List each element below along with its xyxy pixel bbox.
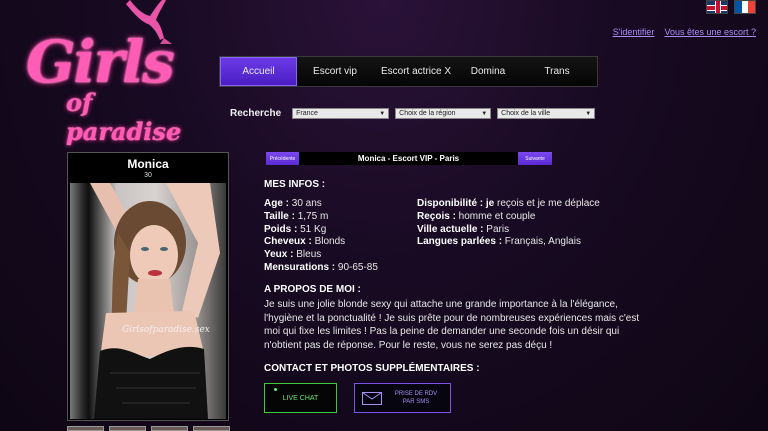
- profile-photo-figure: [90, 183, 220, 419]
- profile-title: Monica - Escort VIP - Paris: [357, 154, 460, 163]
- profile-photo[interactable]: Girlsofparadise.sex: [70, 183, 226, 419]
- live-chat-button[interactable]: LIVE CHAT: [264, 383, 337, 413]
- nav-item-accueil[interactable]: Accueil: [220, 57, 297, 86]
- thumbnail[interactable]: [67, 426, 104, 431]
- nav-item-escort-actrice-x[interactable]: Escort actrice X: [373, 57, 459, 86]
- chevron-down-icon: ▼: [481, 110, 488, 117]
- infos-title: MES INFOS :: [264, 179, 326, 190]
- thumbnail[interactable]: [193, 426, 230, 431]
- info-cheveux: Cheveux : Blonds: [264, 236, 346, 248]
- login-link[interactable]: S'identifier: [613, 27, 655, 37]
- info-taille: Taille : 1,75 m: [264, 210, 329, 222]
- site-logo[interactable]: Girls of paradise: [22, 0, 202, 146]
- country-select[interactable]: France ▼: [292, 108, 390, 119]
- contact-title: CONTACT ET PHOTOS SUPPLÉMENTAIRES :: [264, 363, 480, 374]
- thumbnail[interactable]: [151, 426, 188, 431]
- profile-card: Monica 30 Girlsofparadise.sex: [67, 152, 229, 421]
- about-text: Je suis une jolie blonde sexy qui attach…: [264, 299, 640, 352]
- nav-item-escort-vip[interactable]: Escort vip: [297, 57, 373, 86]
- country-select-value: France: [296, 110, 318, 117]
- previous-button[interactable]: Précédente: [266, 152, 299, 165]
- photo-watermark: Girlsofparadise.sex: [122, 325, 210, 335]
- infos-left: Age : 30 ans Taille : 1,75 m Poids : 51 …: [264, 198, 378, 275]
- info-langues: Langues parlées : Français, Anglais: [417, 236, 581, 248]
- sms-appointment-label: PRISE DE RDV PAR SMS: [394, 391, 438, 405]
- thumbnail[interactable]: [109, 426, 146, 431]
- envelope-icon: [362, 391, 382, 405]
- brand-tagline: of paradise: [66, 88, 182, 146]
- nav-item-trans[interactable]: Trans: [517, 57, 597, 86]
- sms-appointment-button[interactable]: PRISE DE RDV PAR SMS: [354, 383, 451, 413]
- brand-name: Girls: [26, 28, 175, 96]
- info-mensurations: Mensurations : 90-65-85: [264, 261, 378, 273]
- next-button[interactable]: Suivante: [518, 152, 552, 165]
- about-title: A PROPOS DE MOI :: [264, 284, 361, 295]
- info-ville: Ville actuelle : Paris: [417, 223, 510, 235]
- nav-item-domina[interactable]: Domina: [459, 57, 517, 86]
- info-disponibilite: Disponibilité : je reçois et je me dépla…: [417, 198, 600, 209]
- info-recois: Reçois : homme et couple: [417, 210, 536, 222]
- become-escort-link[interactable]: Vous êtes une escort ?: [664, 27, 756, 37]
- search-bar: Recherche France ▼ Choix de la région ▼ …: [230, 108, 596, 119]
- infos-right: Disponibilité : je reçois et je me dépla…: [417, 198, 600, 249]
- info-yeux: Yeux : Bleus: [264, 249, 322, 261]
- chevron-down-icon: ▼: [379, 110, 386, 117]
- online-status-icon: [274, 388, 277, 391]
- language-switcher: [706, 0, 756, 14]
- flag-fr-icon[interactable]: [734, 0, 756, 14]
- city-select-value: Choix de la ville: [501, 110, 551, 117]
- account-links: S'identifier Vous êtes une escort ?: [613, 27, 756, 37]
- flag-uk-icon[interactable]: [706, 0, 728, 14]
- live-chat-label: LIVE CHAT: [282, 394, 319, 402]
- city-select[interactable]: Choix de la ville ▼: [497, 108, 596, 119]
- photo-thumbnails: [67, 426, 230, 431]
- chevron-down-icon: ▼: [585, 110, 592, 117]
- region-select-value: Choix de la région: [399, 110, 456, 117]
- main-nav: Accueil Escort vip Escort actrice X Domi…: [219, 56, 598, 87]
- info-age: Age : 30 ans: [264, 198, 322, 209]
- profile-name: Monica: [127, 157, 169, 171]
- profile-navigation: Précédente Monica - Escort VIP - Paris S…: [266, 152, 552, 165]
- profile-age: 30: [144, 172, 152, 179]
- search-label: Recherche: [230, 108, 282, 119]
- info-poids: Poids : 51 Kg: [264, 223, 327, 235]
- region-select[interactable]: Choix de la région ▼: [395, 108, 492, 119]
